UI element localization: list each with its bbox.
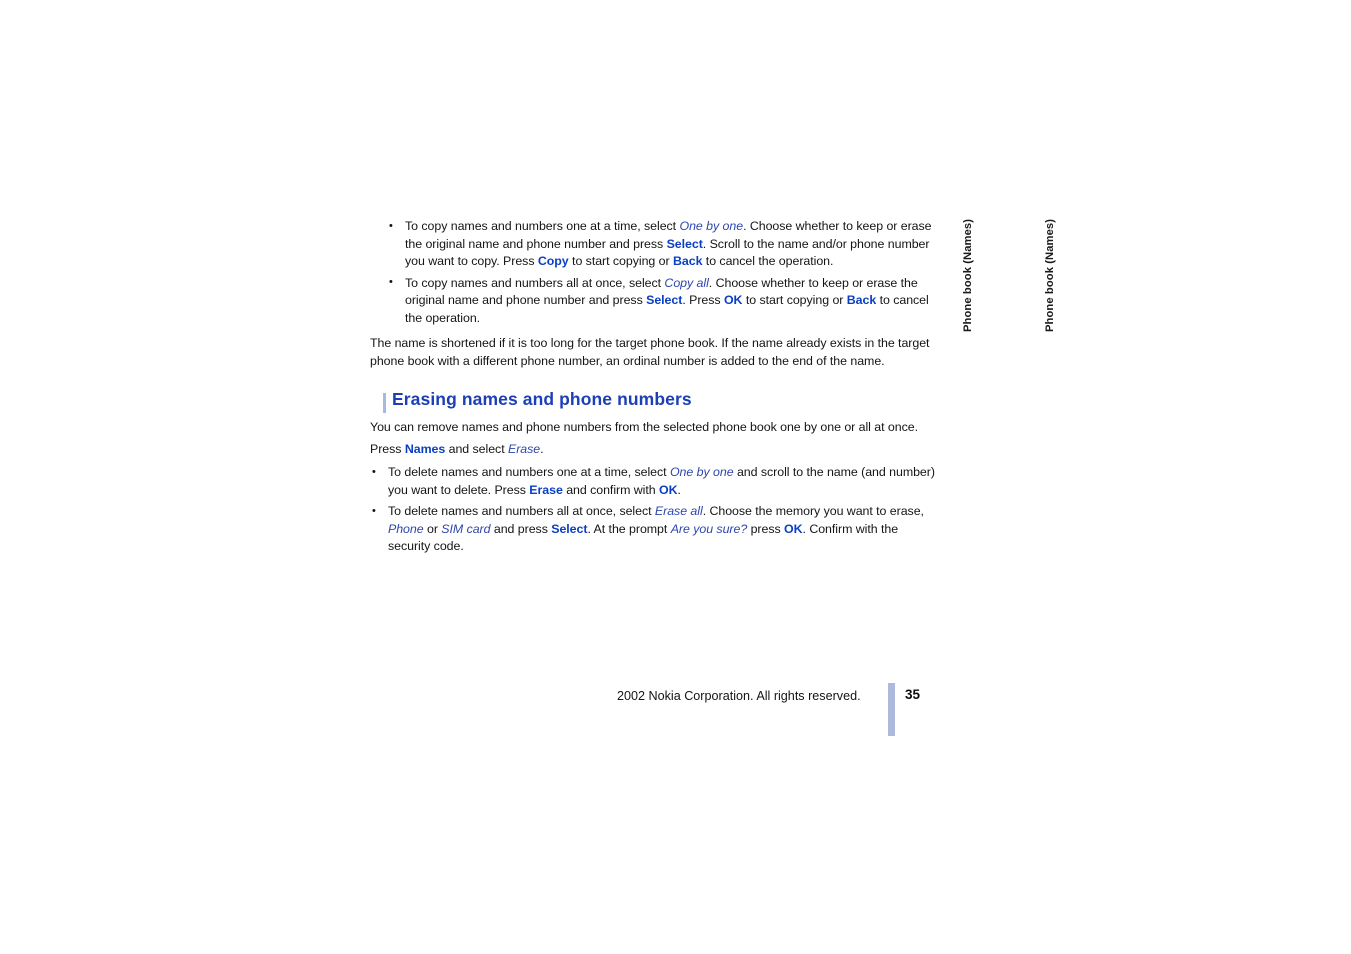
softkey-label: Back (846, 293, 877, 308)
document-page: To copy names and numbers one at a time,… (0, 0, 1351, 954)
softkey-label: Select (646, 293, 683, 308)
softkey-label: OK (659, 482, 678, 497)
shortened-name-note: The name is shortened if it is too long … (370, 336, 930, 368)
list-item: To copy names and numbers one at a time,… (389, 218, 937, 271)
erase-instructions-list: To delete names and numbers one at a tim… (372, 463, 938, 556)
side-tab-phone-book-outer: Phone book (Names) (1044, 218, 1056, 332)
softkey-label: Select (666, 236, 703, 251)
page-number: 35 (905, 687, 921, 702)
softkey-label: Back (672, 254, 703, 269)
softkey-label: Select (551, 521, 588, 536)
section-heading-erasing: Erasing names and phone numbers (392, 389, 692, 409)
softkey-label: OK (784, 521, 803, 536)
menu-item-label: Erase all (654, 504, 703, 519)
menu-item-label: SIM card (441, 521, 491, 536)
menu-item-label: Erase (508, 442, 541, 456)
menu-item-label: Copy all (664, 275, 709, 290)
erasing-intro-paragraph: You can remove names and phone numbers f… (370, 420, 918, 434)
softkey-label: Erase (529, 482, 563, 497)
footer-divider-bar (888, 683, 895, 736)
softkey-label: Names (404, 442, 446, 456)
softkey-label: Copy (537, 254, 569, 269)
list-item: To delete names and numbers one at a tim… (372, 463, 938, 499)
side-tab-phone-book-inner: Phone book (Names) (962, 218, 974, 332)
list-item: To delete names and numbers all at once,… (372, 503, 938, 556)
menu-item-label: One by one (669, 465, 734, 479)
menu-item-label: One by one (679, 219, 744, 233)
heading-marker-bar (383, 393, 386, 413)
press-names-paragraph: Press Names and select Erase. (370, 442, 544, 456)
menu-item-label: Phone (388, 521, 424, 536)
softkey-label: OK (723, 293, 743, 308)
copy-instructions-list: To copy names and numbers one at a time,… (389, 218, 937, 328)
menu-item-label: Are you sure? (670, 521, 748, 536)
footer-copyright: 2002 Nokia Corporation. All rights reser… (617, 689, 861, 703)
list-item: To copy names and numbers all at once, s… (389, 274, 937, 328)
